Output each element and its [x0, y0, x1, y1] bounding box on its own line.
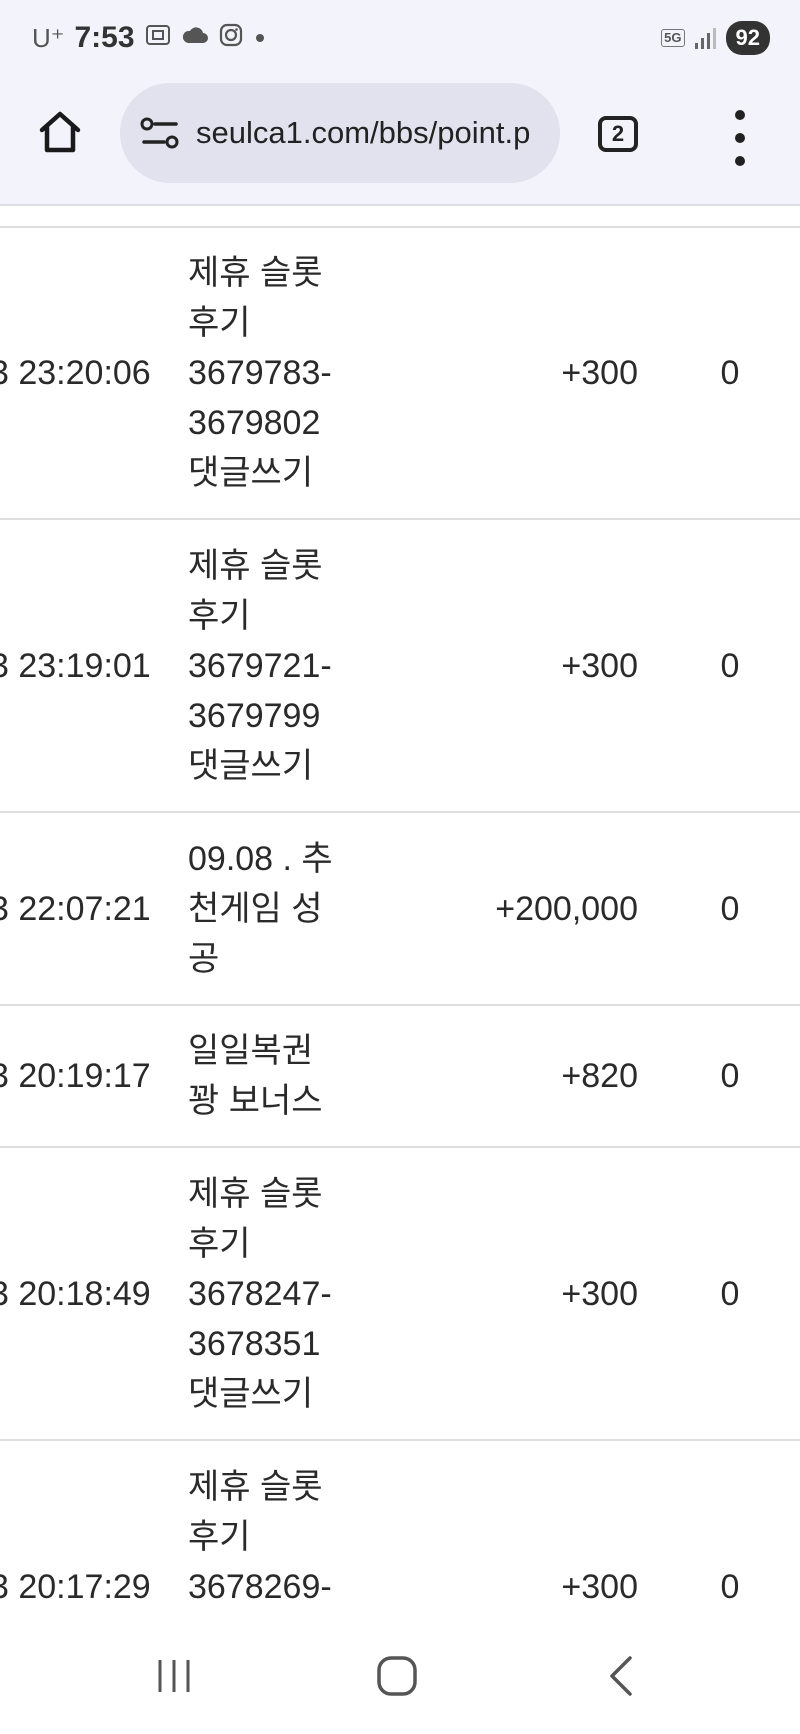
clock: 7:53 — [74, 21, 135, 54]
address-bar[interactable]: seulca1.com/bbs/point.p — [120, 83, 560, 183]
datetime-cell: 3 22:07:21 — [0, 889, 151, 928]
description-cell: 제휴 슬롯 후기 3679783- 3679802 댓글쓰기 — [188, 254, 332, 492]
table-row: 3 20:19:17 일일복권 꽝 보너스 +820 0 — [0, 1006, 800, 1148]
instagram-icon — [219, 23, 243, 53]
point-cell: +820 — [561, 1057, 638, 1095]
tune-icon[interactable] — [140, 113, 180, 153]
table-body: 3 23:20:06 제휴 슬롯 후기 3679783- 3679802 댓글쓰기… — [0, 228, 800, 1618]
nav-home-button[interactable] — [367, 1648, 427, 1708]
system-nav-bar — [0, 1618, 800, 1734]
point-cell: +300 — [561, 354, 638, 392]
datetime-cell: 3 23:20:06 — [0, 354, 151, 392]
carrier-label: U⁺ — [32, 22, 65, 53]
table-row: 3 23:20:06 제휴 슬롯 후기 3679783- 3679802 댓글쓰기… — [0, 228, 800, 520]
description-cell: 09.08 . 추 천게임 성 공 — [188, 839, 333, 978]
back-icon — [600, 1654, 644, 1703]
datetime-cell: 3 20:18:49 — [0, 1274, 151, 1313]
balance-cell: 0 — [720, 646, 740, 685]
point-cell: +300 — [561, 1567, 638, 1606]
point-cell: +300 — [561, 1274, 638, 1313]
nav-home-icon — [375, 1654, 419, 1703]
notification-dot-icon — [253, 25, 267, 51]
balance-cell: 0 — [720, 1057, 740, 1095]
back-button[interactable] — [592, 1648, 652, 1708]
datetime-cell: 3 20:17:29 — [0, 1567, 151, 1606]
status-right: 5G 92 — [661, 18, 770, 58]
description-cell: 제휴 슬롯 후기 3678247- 3678351 댓글쓰기 — [188, 1174, 332, 1413]
signal-icon — [694, 27, 716, 49]
datetime-cell: 3 23:19:01 — [0, 646, 151, 685]
point-cell: +300 — [561, 646, 638, 685]
balance-cell: 0 — [720, 1567, 740, 1606]
status-bar: U⁺ 7:53 5G 92 — [0, 0, 800, 74]
battery-level: 92 — [725, 21, 770, 55]
more-vert-icon[interactable] — [722, 110, 758, 166]
table-row: 3 20:17:29 제휴 슬롯 후기 3678269- 3678351 댓글쓰기… — [0, 1441, 800, 1619]
url-text[interactable]: seulca1.com/bbs/point.p — [196, 115, 530, 151]
recents-button[interactable] — [144, 1648, 204, 1708]
balance-cell: 0 — [720, 354, 740, 392]
balance-cell: 0 — [720, 1274, 740, 1313]
network-badge: 5G — [661, 29, 685, 47]
point-cell: +200,000 — [495, 889, 638, 928]
point-history-table: 3 23:20:06 제휴 슬롯 후기 3679783- 3679802 댓글쓰기… — [0, 206, 800, 1618]
home-button[interactable] — [30, 104, 90, 164]
table-row: 3 23:19:01 제휴 슬롯 후기 3679721- 3679799 댓글쓰기… — [0, 520, 800, 813]
description-cell: 일일복권 꽝 보너스 — [188, 1032, 323, 1120]
home-icon — [36, 108, 84, 161]
table-row: 3 22:07:21 09.08 . 추 천게임 성 공 +200,000 0 — [0, 813, 800, 1006]
balance-cell: 0 — [720, 889, 740, 928]
cloud-icon — [181, 25, 209, 51]
status-left: U⁺ 7:53 — [32, 18, 267, 58]
datetime-cell: 3 20:19:17 — [0, 1057, 151, 1095]
table-row: 3 20:18:49 제휴 슬롯 후기 3678247- 3678351 댓글쓰기… — [0, 1148, 800, 1441]
tabs-button[interactable]: 2 — [598, 116, 638, 152]
description-cell: 제휴 슬롯 후기 3678269- 3678351 댓글쓰기 — [188, 1467, 332, 1619]
description-cell: 제휴 슬롯 후기 3679721- 3679799 댓글쓰기 — [188, 546, 332, 785]
screenshot-icon — [145, 23, 171, 53]
browser-toolbar: seulca1.com/bbs/point.p 2 — [0, 74, 800, 206]
recents-icon — [152, 1654, 196, 1703]
